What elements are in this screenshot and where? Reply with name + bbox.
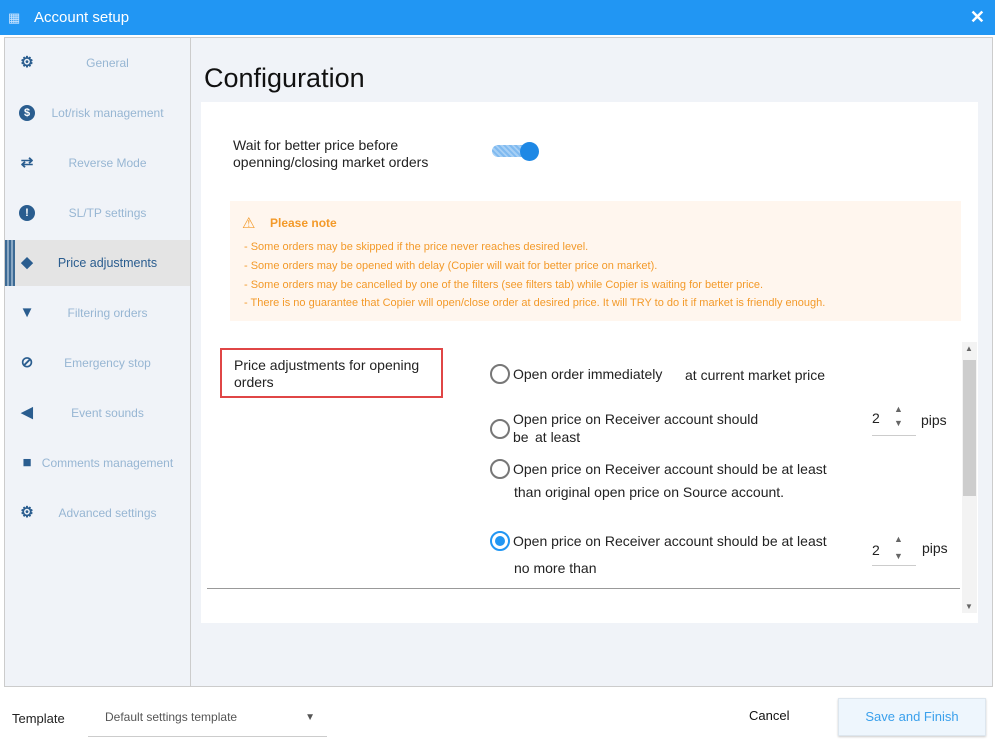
scrollbar-thumb[interactable] bbox=[963, 360, 976, 496]
sidebar-item-lot-risk-management[interactable]: $ Lot/risk management bbox=[5, 90, 190, 136]
sidebar-item-reverse-mode[interactable]: ⇄ Reverse Mode bbox=[5, 140, 190, 186]
radio-better-than-source[interactable] bbox=[490, 459, 510, 479]
stepper-value[interactable]: 2 bbox=[872, 542, 880, 558]
page-title: Configuration bbox=[204, 63, 365, 93]
radio-open-immediately[interactable] bbox=[490, 364, 510, 384]
wait-toggle-label: Wait for better price before openning/cl… bbox=[233, 137, 428, 171]
option-text: Open price on Receiver account should be… bbox=[513, 461, 827, 477]
stepper-down-icon[interactable]: ▼ bbox=[894, 551, 903, 561]
price-adjustments-label: Price adjustments for opening orders bbox=[220, 348, 443, 398]
sidebar-item-label: General bbox=[86, 56, 129, 70]
sidebar-item-label: Price adjustments bbox=[57, 256, 158, 270]
sidebar-item-sl-tp-settings[interactable]: ! SL/TP settings bbox=[5, 190, 190, 236]
option-text: Open order immediately bbox=[513, 366, 663, 382]
cancel-button[interactable]: Cancel bbox=[749, 708, 789, 723]
stepper-up-icon[interactable]: ▲ bbox=[894, 534, 903, 544]
sidebar-item-advanced-settings[interactable]: ⚙ Advanced settings bbox=[5, 490, 190, 536]
close-icon[interactable]: ✕ bbox=[970, 7, 985, 28]
sidebar: ⚙ General $ Lot/risk management ⇄ Reverse Mod… bbox=[5, 38, 191, 686]
label-line: Wait for better price before bbox=[233, 137, 399, 153]
sidebar-item-filtering-orders[interactable]: ▼ Filtering orders bbox=[5, 290, 190, 336]
note-line: - Some orders may be cancelled by one of… bbox=[244, 279, 764, 291]
radio-at-least-no-more-than[interactable] bbox=[490, 531, 510, 551]
sidebar-item-comments-management[interactable]: ■ Comments management bbox=[5, 440, 190, 486]
scrollbar[interactable]: ▲ ▼ bbox=[962, 342, 977, 613]
note-line: - Some orders may be skipped if the pric… bbox=[244, 241, 589, 253]
sidebar-item-event-sounds[interactable]: ◀ Event sounds bbox=[5, 390, 190, 436]
copier-logo-icon: ▦ bbox=[8, 10, 21, 25]
option-text: be bbox=[513, 429, 529, 445]
sidebar-item-label: Comments management bbox=[41, 456, 174, 470]
stepper-value[interactable]: 2 bbox=[872, 410, 880, 426]
pips-stepper-2[interactable]: 2 ▲ ▼ bbox=[872, 534, 916, 566]
window-title: Account setup bbox=[34, 9, 130, 26]
sidebar-item-general[interactable]: ⚙ General bbox=[5, 40, 190, 86]
option-text: Open price on Receiver account should bbox=[513, 411, 759, 427]
wait-better-price-toggle[interactable] bbox=[492, 142, 540, 161]
sidebar-item-label: Reverse Mode bbox=[68, 156, 147, 170]
sidebar-item-label: Lot/risk management bbox=[51, 106, 164, 120]
save-and-finish-button[interactable]: Save and Finish bbox=[838, 698, 986, 736]
stepper-down-icon[interactable]: ▼ bbox=[894, 418, 903, 428]
note-line: - There is no guarantee that Copier will… bbox=[244, 297, 826, 309]
template-select[interactable]: Default settings template ▼ bbox=[88, 700, 327, 737]
scroll-down-icon[interactable]: ▼ bbox=[965, 602, 973, 611]
sidebar-item-label: SL/TP settings bbox=[68, 206, 147, 220]
please-note-box: ⚠ Please note - Some orders may be skipp… bbox=[230, 201, 961, 321]
title-bar: ▦ Account setup ✕ bbox=[0, 0, 995, 35]
pips-unit: pips bbox=[922, 540, 948, 556]
dropdown-arrow-icon: ▼ bbox=[305, 712, 315, 723]
stepper-up-icon[interactable]: ▲ bbox=[894, 404, 903, 414]
label-line: openning/closing market orders bbox=[233, 154, 429, 170]
sidebar-item-label: Event sounds bbox=[71, 406, 144, 420]
pips-unit: pips bbox=[921, 412, 947, 428]
template-value: Default settings template bbox=[105, 710, 238, 724]
template-label: Template bbox=[12, 711, 65, 726]
note-title: Please note bbox=[270, 216, 337, 230]
divider bbox=[207, 588, 960, 589]
option-text: than original open price on Source accou… bbox=[514, 484, 785, 500]
pips-stepper-1[interactable]: 2 ▲ ▼ bbox=[872, 404, 916, 436]
radio-at-least[interactable] bbox=[490, 419, 510, 439]
sidebar-item-label: Filtering orders bbox=[67, 306, 148, 320]
warning-icon: ⚠ bbox=[242, 215, 256, 232]
option-text: at current market price bbox=[685, 367, 826, 383]
option-text: at least bbox=[535, 429, 581, 445]
note-line: - Some orders may be opened with delay (… bbox=[244, 260, 658, 272]
sidebar-item-label: Advanced settings bbox=[58, 506, 157, 520]
option-text: no more than bbox=[514, 560, 597, 576]
sidebar-item-label: Emergency stop bbox=[64, 356, 151, 370]
scroll-up-icon[interactable]: ▲ bbox=[965, 344, 973, 353]
sidebar-item-price-adjustments[interactable]: ◆ Price adjustments bbox=[5, 240, 190, 286]
sidebar-item-emergency-stop[interactable]: ⊘ Emergency stop bbox=[5, 340, 190, 386]
option-text: Open price on Receiver account should be… bbox=[513, 533, 827, 549]
